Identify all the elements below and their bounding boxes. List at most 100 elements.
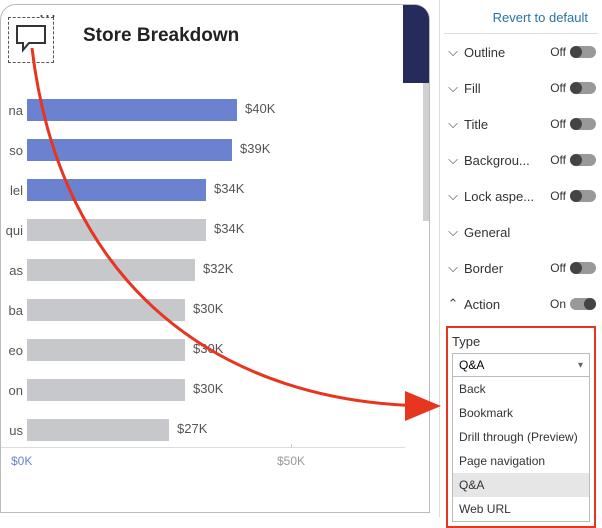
bar: $30K xyxy=(27,299,185,321)
bar: $30K xyxy=(27,379,185,401)
property-row-border[interactable]: ⌵ Border Off xyxy=(440,250,602,286)
toggle-state-text: Off xyxy=(550,81,566,95)
bar-value-label: $32K xyxy=(203,261,233,276)
property-row-outline[interactable]: ⌵OutlineOff xyxy=(440,34,602,70)
chevron-down-icon: ⌵ xyxy=(446,116,460,132)
bar-category-label: qui xyxy=(1,223,23,238)
property-list: ⌵OutlineOff⌵FillOff⌵TitleOff⌵Backgrou...… xyxy=(440,34,602,322)
dropdown-option[interactable]: Drill through (Preview) xyxy=(453,425,589,449)
bar-fill xyxy=(27,339,185,361)
toggle-state-text: Off xyxy=(550,153,566,167)
axis-tick-mark-50 xyxy=(291,444,292,448)
axis-tick-0: $0K xyxy=(11,454,32,468)
property-row-fill[interactable]: ⌵FillOff xyxy=(440,70,602,106)
canvas-page-band xyxy=(403,5,429,83)
property-row-lockaspe[interactable]: ⌵Lock aspe...Off xyxy=(440,178,602,214)
bar-category-label: eo xyxy=(1,343,23,358)
bar-row[interactable]: on $30K xyxy=(1,375,405,405)
bar-row[interactable]: as $32K xyxy=(1,255,405,285)
bar-row[interactable]: na $40K xyxy=(1,95,405,125)
property-label: Fill xyxy=(464,81,481,96)
bar-fill xyxy=(27,99,237,121)
format-panel: Revert to default ⌵OutlineOff⌵FillOff⌵Ti… xyxy=(439,0,602,517)
type-label: Type xyxy=(452,334,590,349)
toggle-state-text: On xyxy=(550,297,566,311)
bar-value-label: $34K xyxy=(214,221,244,236)
bar-value-label: $27K xyxy=(177,421,207,436)
type-select-value: Q&A xyxy=(459,358,484,372)
dropdown-option[interactable]: Bookmark xyxy=(453,401,589,425)
bar-category-label: lel xyxy=(1,183,23,198)
chevron-down-icon: ⌵ xyxy=(446,224,460,240)
bar-row[interactable]: us $27K xyxy=(1,415,405,445)
action-type-section: Type Q&A ▾ BackBookmarkDrill through (Pr… xyxy=(446,326,596,528)
bar-value-label: $34K xyxy=(214,181,244,196)
toggle-switch[interactable] xyxy=(570,298,596,310)
bar-value-label: $30K xyxy=(193,381,223,396)
toggle-state-text: Off xyxy=(550,117,566,131)
property-label: Border xyxy=(464,261,503,276)
axis-tick-50k: $50K xyxy=(277,454,305,468)
chevron-down-icon: ⌵ xyxy=(446,260,460,276)
bar: $34K xyxy=(27,179,206,201)
speech-bubble-icon xyxy=(14,23,48,58)
qa-button[interactable] xyxy=(8,17,54,63)
property-row-action[interactable]: ⌃ Action On xyxy=(440,286,602,322)
bar: $27K xyxy=(27,419,169,441)
bar-value-label: $30K xyxy=(193,341,223,356)
property-label: Title xyxy=(464,117,488,132)
property-label: Lock aspe... xyxy=(464,189,534,204)
dropdown-option[interactable]: Back xyxy=(453,377,589,401)
property-row-general[interactable]: ⌵ General xyxy=(440,214,602,250)
toggle-switch[interactable] xyxy=(570,118,596,130)
toggle-switch[interactable] xyxy=(570,190,596,202)
chevron-down-icon: ▾ xyxy=(578,360,583,371)
toggle-state-text: Off xyxy=(550,45,566,59)
dropdown-option[interactable]: Page navigation xyxy=(453,449,589,473)
toggle-switch[interactable] xyxy=(570,262,596,274)
property-label: Action xyxy=(464,297,500,312)
scrollbar-stub[interactable] xyxy=(423,83,429,221)
bar-fill xyxy=(27,179,206,201)
bar-value-label: $39K xyxy=(240,141,270,156)
dropdown-option[interactable]: Q&A xyxy=(453,473,589,497)
bar-category-label: ba xyxy=(1,303,23,318)
type-dropdown: BackBookmarkDrill through (Preview)Page … xyxy=(452,377,590,522)
bar-category-label: as xyxy=(1,263,23,278)
bar: $32K xyxy=(27,259,195,281)
bar-category-label: na xyxy=(1,103,23,118)
bar: $30K xyxy=(27,339,185,361)
toggle-switch[interactable] xyxy=(570,46,596,58)
bar-fill xyxy=(27,419,169,441)
bar-value-label: $30K xyxy=(193,301,223,316)
report-canvas: ... Store Breakdown na$40Kso$39Klel$34Kq… xyxy=(0,4,430,513)
property-row-title[interactable]: ⌵ Title Off xyxy=(440,106,602,142)
property-row-backgrou[interactable]: ⌵Backgrou...Off xyxy=(440,142,602,178)
chevron-down-icon: ⌵ xyxy=(446,188,460,204)
bar-category-label: us xyxy=(1,423,23,438)
bar-fill xyxy=(27,299,185,321)
type-select[interactable]: Q&A ▾ xyxy=(452,353,590,377)
property-label: General xyxy=(464,225,510,240)
bar: $40K xyxy=(27,99,237,121)
bar-row[interactable]: ba $30K xyxy=(1,295,405,325)
toggle-switch[interactable] xyxy=(570,82,596,94)
dropdown-option[interactable]: Web URL xyxy=(453,497,589,521)
bar-value-label: $40K xyxy=(245,101,275,116)
toggle-state-text: Off xyxy=(550,261,566,275)
bar-row[interactable]: so$39K xyxy=(1,135,405,165)
bar-row[interactable]: eo $30K xyxy=(1,335,405,365)
bar: $39K xyxy=(27,139,232,161)
bar-fill xyxy=(27,219,206,241)
bar-fill xyxy=(27,139,232,161)
chevron-down-icon: ⌵ xyxy=(446,44,460,60)
bar-category-label: on xyxy=(1,383,23,398)
bar-chart: na$40Kso$39Klel$34Kqui$34Kas$32Kba$30Keo… xyxy=(1,95,405,455)
toggle-switch[interactable] xyxy=(570,154,596,166)
chart-title: Store Breakdown xyxy=(83,25,239,47)
bar: $34K xyxy=(27,219,206,241)
chevron-up-icon: ⌃ xyxy=(446,296,460,312)
bar-row[interactable]: lel $34K xyxy=(1,175,405,205)
bar-row[interactable]: qui $34K xyxy=(1,215,405,245)
revert-to-default-link[interactable]: Revert to default xyxy=(440,0,602,33)
